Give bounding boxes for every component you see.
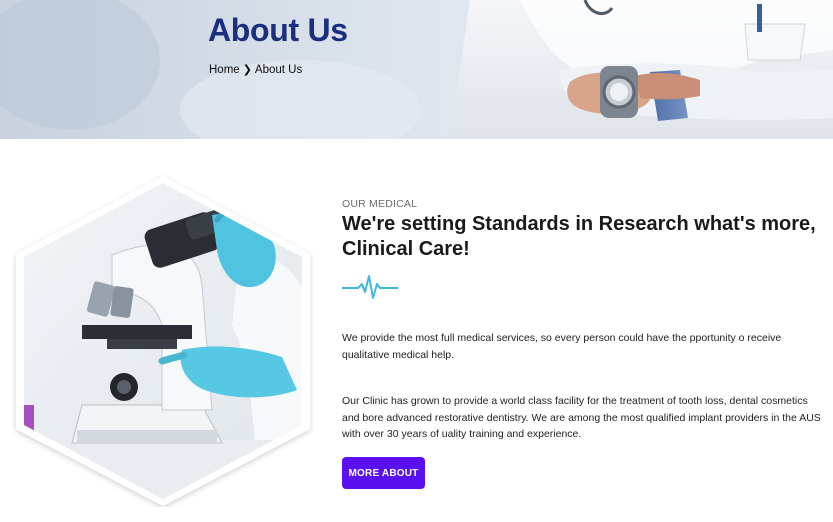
doctor-hero-image	[0, 0, 833, 139]
breadcrumb-home-link[interactable]: Home	[209, 64, 240, 76]
page-hero-banner: About Us Home ❯ About Us	[0, 0, 833, 139]
clinic-paragraph: Our Clinic has grown to provide a world …	[342, 395, 821, 440]
section-headline: We're setting Standards in Research what…	[342, 213, 816, 260]
section-eyebrow: OUR MEDICAL	[342, 198, 418, 210]
breadcrumb: Home ❯ About Us	[209, 63, 303, 77]
breadcrumb-current: About Us	[254, 63, 303, 76]
more-about-button[interactable]: MORE ABOUT	[342, 457, 425, 489]
page-title: About Us	[208, 12, 348, 48]
intro-paragraph: We provide the most full medical service…	[342, 332, 782, 361]
heartbeat-icon	[342, 275, 398, 299]
microscope-hexagon-image	[12, 175, 314, 507]
chevron-right-icon: ❯	[242, 64, 252, 76]
